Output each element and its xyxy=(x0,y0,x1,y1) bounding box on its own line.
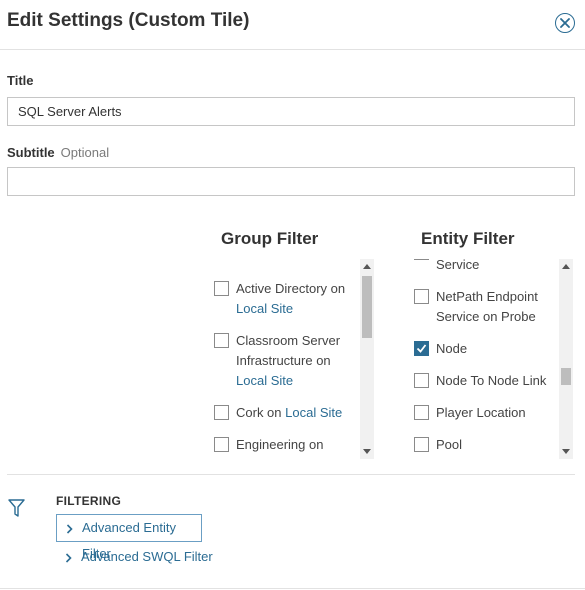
entity-item-checkbox[interactable] xyxy=(414,259,429,260)
section-divider xyxy=(7,474,575,475)
entity-item-text: Pool xyxy=(436,437,463,452)
group-item-checkbox[interactable] xyxy=(214,281,229,296)
advanced-entity-filter-link[interactable]: Advanced Entity Filter xyxy=(56,514,202,561)
chevron-right-icon xyxy=(66,524,73,534)
dialog-header: Edit Settings (Custom Tile) xyxy=(0,0,585,50)
group-item-classroom[interactable]: Classroom Server Infrastructure on Local… xyxy=(214,331,356,391)
entity-item-text: Node xyxy=(436,341,468,356)
group-filter-list[interactable]: Active Directory on Local Site Classroom… xyxy=(214,259,356,459)
subtitle-optional-hint: Optional xyxy=(60,145,110,160)
subtitle-label-text: Subtitle xyxy=(7,145,55,160)
scroll-up-icon[interactable] xyxy=(562,264,570,269)
entity-filter-scrollbar[interactable] xyxy=(559,259,573,459)
filtering-label: FILTERING xyxy=(56,494,122,508)
entity-item-text: Node To Node Link xyxy=(436,373,547,388)
close-icon xyxy=(560,18,570,28)
group-item-site-link[interactable]: Local Site xyxy=(236,301,293,316)
group-item-cork[interactable]: Cork on Local Site xyxy=(214,403,356,423)
group-item-checkbox[interactable] xyxy=(214,405,229,420)
entity-item-text: Service xyxy=(436,259,480,272)
group-item-site-link[interactable]: Local Site xyxy=(236,373,293,388)
advanced-swql-filter-label: Advanced SWQL Filter xyxy=(81,549,213,564)
group-item-site-link[interactable]: Local Site xyxy=(285,405,342,420)
subtitle-input[interactable] xyxy=(7,167,575,196)
entity-item-text: NetPath Endpoint Service on Probe xyxy=(436,289,538,324)
group-filter-heading: Group Filter xyxy=(221,229,319,248)
footer-divider xyxy=(0,588,585,589)
group-item-text: Engineering on xyxy=(236,437,324,452)
entity-item-checkbox-checked[interactable] xyxy=(414,341,429,356)
chevron-right-icon xyxy=(65,553,72,563)
scroll-thumb[interactable] xyxy=(362,276,372,338)
group-filter-scrollbar[interactable] xyxy=(360,259,374,459)
entity-item-node[interactable]: Node xyxy=(414,339,556,359)
entity-item-pool[interactable]: Pool xyxy=(414,435,556,455)
group-item-engineering[interactable]: Engineering on xyxy=(214,435,356,455)
entity-item-checkbox[interactable] xyxy=(414,289,429,304)
scroll-thumb[interactable] xyxy=(561,368,571,385)
entity-item-checkbox[interactable] xyxy=(414,437,429,452)
entity-item-service[interactable]: Service xyxy=(414,259,556,275)
group-item-text: Classroom Server Infrastructure on xyxy=(236,333,341,368)
subtitle-label: Subtitle Optional xyxy=(7,145,109,160)
entity-item-node-to-node[interactable]: Node To Node Link xyxy=(414,371,556,391)
group-item-checkbox[interactable] xyxy=(214,437,229,452)
group-item-active-directory[interactable]: Active Directory on Local Site xyxy=(214,279,356,319)
close-button[interactable] xyxy=(555,13,575,33)
scroll-down-icon[interactable] xyxy=(363,449,371,454)
entity-filter-heading: Entity Filter xyxy=(421,229,515,248)
group-item-text: Cork on xyxy=(236,405,282,420)
entity-item-checkbox[interactable] xyxy=(414,405,429,420)
checkmark-icon xyxy=(416,344,427,353)
title-input[interactable] xyxy=(7,97,575,126)
advanced-swql-filter-link[interactable]: Advanced SWQL Filter xyxy=(56,544,213,572)
group-item-checkbox[interactable] xyxy=(214,333,229,348)
title-label: Title xyxy=(7,73,34,88)
scroll-down-icon[interactable] xyxy=(562,449,570,454)
filter-funnel-icon xyxy=(8,499,25,517)
entity-filter-items: Service NetPath Endpoint Service on Prob… xyxy=(414,259,556,455)
dialog-title: Edit Settings (Custom Tile) xyxy=(7,10,250,31)
entity-item-player-location[interactable]: Player Location xyxy=(414,403,556,423)
entity-item-netpath[interactable]: NetPath Endpoint Service on Probe xyxy=(414,287,556,327)
entity-filter-list[interactable]: Service NetPath Endpoint Service on Prob… xyxy=(414,259,556,459)
scroll-up-icon[interactable] xyxy=(363,264,371,269)
group-filter-items: Active Directory on Local Site Classroom… xyxy=(214,279,356,455)
entity-item-checkbox[interactable] xyxy=(414,373,429,388)
group-item-text: Active Directory on xyxy=(236,281,346,296)
entity-item-text: Player Location xyxy=(436,405,526,420)
